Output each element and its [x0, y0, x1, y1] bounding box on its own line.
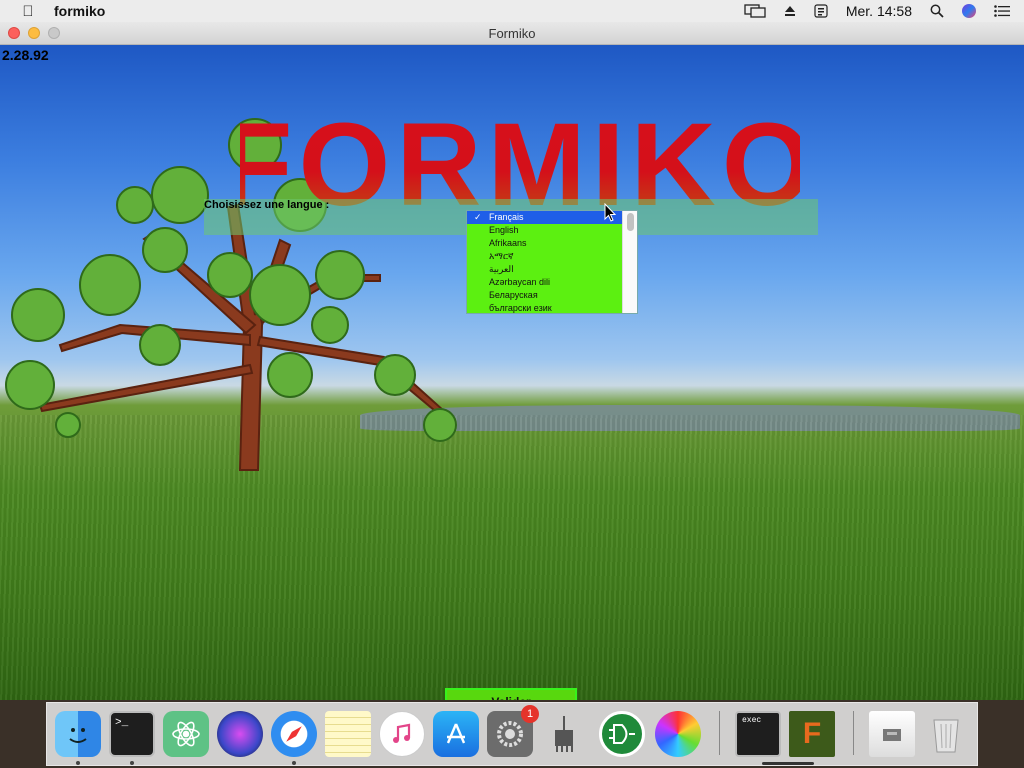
version-label: 2.28.92 — [2, 47, 49, 63]
formiko-app-icon[interactable]: F — [789, 711, 835, 757]
desktop-bottom: >_ 1 exec F — [0, 700, 1024, 768]
running-indicator — [76, 761, 80, 765]
terminal-icon[interactable]: >_ — [109, 711, 155, 757]
dock-separator — [853, 711, 854, 755]
status-area: Mer. 14:58 — [744, 0, 1010, 22]
exec-icon[interactable]: exec — [735, 711, 781, 757]
siri-icon[interactable] — [962, 4, 976, 18]
zoom-window-button[interactable] — [48, 27, 60, 39]
airplay-icon[interactable] — [744, 4, 766, 18]
language-option[interactable]: български език — [467, 302, 624, 313]
app-menu[interactable]: formiko — [54, 3, 105, 19]
apple-menu-icon[interactable]:  — [20, 3, 36, 20]
close-window-button[interactable] — [8, 27, 20, 39]
dock: >_ 1 exec F — [46, 702, 978, 766]
eject-icon[interactable] — [784, 5, 796, 17]
language-option[interactable]: English — [467, 224, 624, 237]
trash-icon[interactable] — [923, 711, 969, 757]
language-dropdown-list[interactable]: ✓ Français English Afrikaans አማርኛ العربية… — [466, 210, 638, 314]
clock[interactable]: Mer. 14:58 — [846, 3, 912, 19]
scrollbar-thumb[interactable] — [627, 213, 634, 231]
siri-app-icon[interactable] — [217, 711, 263, 757]
running-indicator — [292, 761, 296, 765]
dock-scroll-indicator — [762, 762, 814, 765]
language-option[interactable]: Afrikaans — [467, 237, 624, 250]
language-option[interactable]: Azərbaycan dili — [467, 276, 624, 289]
safari-icon[interactable] — [271, 711, 317, 757]
dock-separator — [719, 711, 720, 755]
language-option[interactable]: Беларуская — [467, 289, 624, 302]
language-option[interactable]: العربية — [467, 263, 624, 276]
notification-badge: 1 — [521, 705, 539, 723]
document-icon[interactable] — [869, 711, 915, 757]
game-background: 2.28.92 FORMIKO Choisissez une langue : … — [0, 45, 1024, 700]
keyboard-input-icon[interactable] — [814, 4, 828, 18]
logic-gate-app-icon[interactable] — [599, 711, 645, 757]
window-title: Formiko — [488, 25, 536, 41]
window-controls — [8, 27, 60, 39]
system-preferences-icon[interactable]: 1 — [487, 705, 539, 757]
language-option[interactable]: አማርኛ — [467, 250, 624, 263]
notes-icon[interactable] — [325, 711, 371, 757]
formiko-window: Formiko 2.28.92 FORMIKO Choisissez une l… — [0, 22, 1024, 700]
window-titlebar[interactable]: Formiko — [0, 22, 1024, 45]
minimize-window-button[interactable] — [28, 27, 40, 39]
dropdown-scrollbar[interactable] — [622, 211, 637, 313]
checkmark-icon: ✓ — [474, 212, 482, 222]
photos-icon[interactable] — [655, 711, 701, 757]
notification-center-icon[interactable] — [994, 5, 1010, 17]
spotlight-search-icon[interactable] — [930, 4, 944, 18]
running-indicator — [130, 761, 134, 765]
finder-icon[interactable] — [55, 711, 101, 757]
menu-bar:  formiko Mer. 14:58 — [0, 0, 1024, 22]
language-prompt: Choisissez une langue : — [204, 199, 330, 211]
app-store-icon[interactable] — [433, 711, 479, 757]
mouse-cursor-icon — [604, 203, 617, 222]
language-option[interactable]: ✓ Français — [467, 211, 624, 224]
itunes-icon[interactable] — [379, 711, 425, 757]
chip-app-icon[interactable] — [541, 711, 587, 757]
validate-button[interactable]: Valider — [445, 688, 577, 700]
atom-icon[interactable] — [163, 711, 209, 757]
